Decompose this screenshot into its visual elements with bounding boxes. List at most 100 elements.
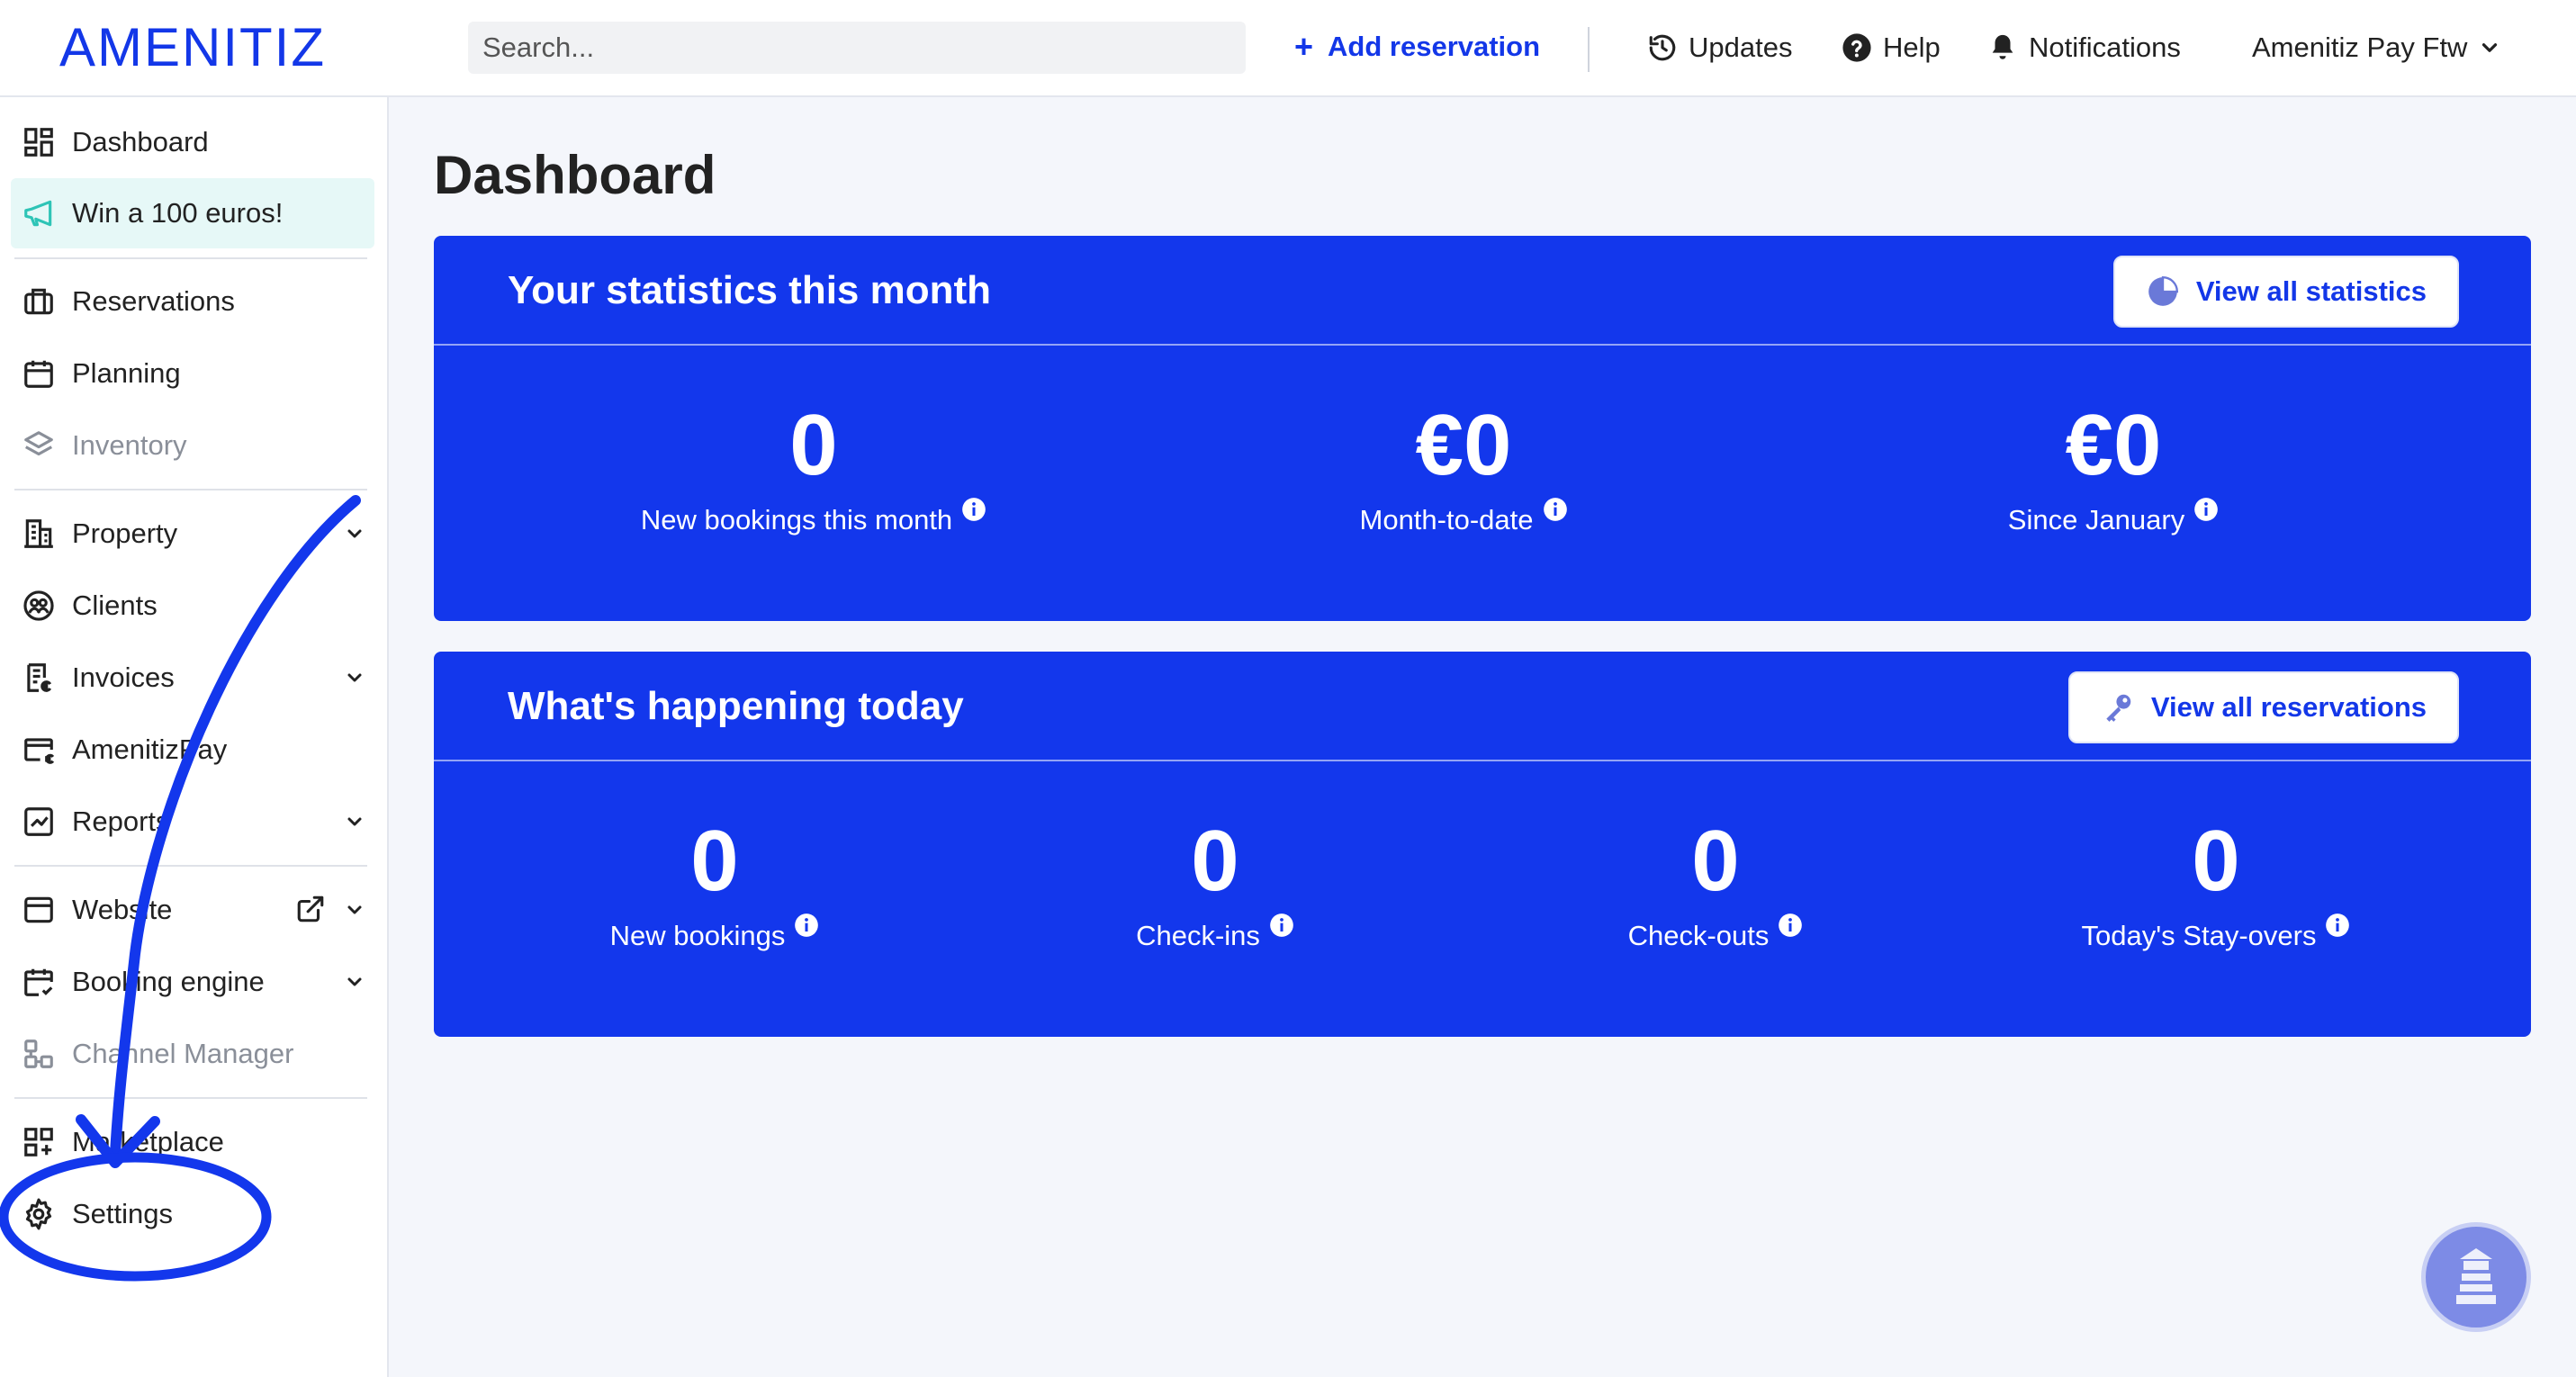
sidebar-item-label: Settings (72, 1198, 174, 1229)
today-card-header: What's happening today View all reservat… (434, 652, 2531, 761)
bell-icon (1992, 34, 2013, 59)
grid-plus-icon (22, 1125, 56, 1159)
today-card-title: What's happening today (508, 684, 964, 728)
sidebar-item-label: Win a 100 euros! (72, 197, 284, 229)
invoice-icon (22, 661, 56, 695)
calendar-check-icon (22, 965, 56, 999)
sidebar-item-amenitizpay[interactable]: AmenitizPay (11, 717, 374, 782)
chevron-down-icon[interactable] (344, 811, 365, 832)
sidebar-item-settings[interactable]: Settings (11, 1182, 374, 1246)
amenitiz-logo[interactable]: AMENITIZ (59, 18, 326, 77)
sidebar-item-website[interactable]: Website (11, 878, 374, 942)
lighthouse-icon (2456, 1248, 2496, 1304)
metric-value: €0 (2065, 397, 2162, 493)
sidebar-item-label: Website (72, 894, 173, 925)
sidebar-item-planning[interactable]: Planning (11, 341, 374, 406)
sidebar-divider (14, 489, 367, 490)
metric-value: 0 (2192, 813, 2240, 909)
layers-icon (22, 428, 56, 463)
add-reservation-label: Add reservation (1328, 31, 1541, 62)
account-name: Amenitiz Pay Ftw (2252, 32, 2468, 63)
external-link-icon[interactable] (295, 894, 326, 924)
history-icon (1649, 34, 1676, 61)
today-card: What's happening today View all reservat… (434, 652, 2531, 1037)
info-icon[interactable] (794, 913, 819, 938)
updates-label: Updates (1689, 32, 1793, 63)
metric-stay-overs: 0 Today's Stay-overs (1946, 812, 2486, 952)
metric-new-bookings: 0 New bookings (445, 812, 985, 952)
sidebar-divider (14, 865, 367, 867)
info-icon[interactable] (2193, 497, 2219, 522)
sidebar-item-dashboard[interactable]: Dashboard (11, 110, 374, 175)
help-button[interactable]: Help (1842, 23, 1941, 72)
sidebar-item-property[interactable]: Property (11, 501, 374, 566)
metric-label: New bookings (609, 920, 786, 951)
search-input[interactable] (468, 22, 1246, 74)
suitcase-icon (22, 284, 56, 319)
statistics-card-title: Your statistics this month (508, 268, 992, 312)
statistics-card: Your statistics this month View all stat… (434, 236, 2531, 621)
sidebar-item-label: Booking engine (72, 966, 265, 997)
sidebar-item-clients[interactable]: Clients (11, 573, 374, 638)
view-all-reservations-label: View all reservations (2150, 691, 2427, 723)
metric-check-outs: 0 Check-outs (1446, 812, 1986, 952)
browser-icon (22, 893, 56, 927)
clients-icon (22, 589, 56, 623)
page-title: Dashboard (434, 145, 716, 205)
account-menu[interactable]: Amenitiz Pay Ftw (2252, 23, 2501, 72)
key-icon (2106, 694, 2131, 722)
view-all-reservations-button[interactable]: View all reservations (2067, 671, 2459, 743)
metric-label: Since January (2007, 504, 2185, 536)
chevron-down-icon[interactable] (344, 971, 365, 993)
metric-value: €0 (1415, 397, 1512, 493)
sidebar-item-label: Reports (72, 806, 170, 837)
pie-chart-icon (2148, 275, 2178, 306)
sidebar-item-label: Marketplace (72, 1126, 224, 1157)
sidebar-item-label: Reservations (72, 285, 235, 317)
chevron-down-icon[interactable] (344, 667, 365, 688)
metric-label: Month-to-date (1359, 504, 1534, 536)
metric-label: Today's Stay-overs (2081, 920, 2317, 951)
sidebar-item-label: Channel Manager (72, 1038, 294, 1069)
sidebar-item-label: Clients (72, 590, 158, 621)
sidebar-item-label: AmenitizPay (72, 734, 228, 765)
view-all-statistics-label: View all statistics (2195, 275, 2427, 307)
metric-value: 0 (1691, 813, 1740, 909)
info-icon[interactable] (1543, 497, 1568, 522)
info-icon[interactable] (1778, 913, 1803, 938)
sidebar-item-booking-engine[interactable]: Booking engine (11, 950, 374, 1014)
sidebar-item-promo[interactable]: Win a 100 euros! (11, 178, 374, 248)
view-all-statistics-button[interactable]: View all statistics (2112, 256, 2459, 328)
sidebar-item-label: Invoices (72, 662, 175, 693)
notifications-label: Notifications (2029, 32, 2181, 63)
header-divider (1588, 27, 1590, 72)
sidebar-divider (14, 257, 367, 259)
metric-value: 0 (1191, 813, 1239, 909)
info-icon[interactable] (961, 497, 986, 522)
chevron-down-icon[interactable] (344, 899, 365, 921)
sidebar-item-channel-manager[interactable]: Channel Manager (11, 1022, 374, 1086)
sidebar-item-invoices[interactable]: Invoices (11, 645, 374, 710)
info-icon[interactable] (2325, 913, 2350, 938)
chevron-down-icon (2482, 43, 2498, 52)
metric-month-to-date: €0 Month-to-date (1193, 396, 1734, 536)
lighthouse-help-widget[interactable] (2421, 1222, 2531, 1332)
sidebar-item-label: Dashboard (72, 126, 209, 158)
sidebar-item-reports[interactable]: Reports (11, 789, 374, 854)
metric-label: Check-outs (1627, 920, 1770, 951)
add-reservation-button[interactable]: + Add reservation (1294, 23, 1540, 70)
notifications-button[interactable]: Notifications (1987, 23, 2181, 72)
chevron-down-icon[interactable] (344, 523, 365, 544)
metric-value: 0 (789, 397, 838, 493)
help-icon (1842, 33, 1871, 62)
updates-button[interactable]: Updates (1647, 23, 1792, 72)
gear-icon (22, 1197, 56, 1231)
info-icon[interactable] (1269, 913, 1294, 938)
sidebar-item-marketplace[interactable]: Marketplace (11, 1110, 374, 1174)
sidebar-item-reservations[interactable]: Reservations (11, 269, 374, 334)
sidebar-item-inventory[interactable]: Inventory (11, 413, 374, 478)
plus-icon: + (1294, 28, 1314, 65)
sidebar-item-label: Planning (72, 357, 181, 389)
metric-label: New bookings this month (640, 504, 953, 536)
metric-value: 0 (690, 813, 739, 909)
